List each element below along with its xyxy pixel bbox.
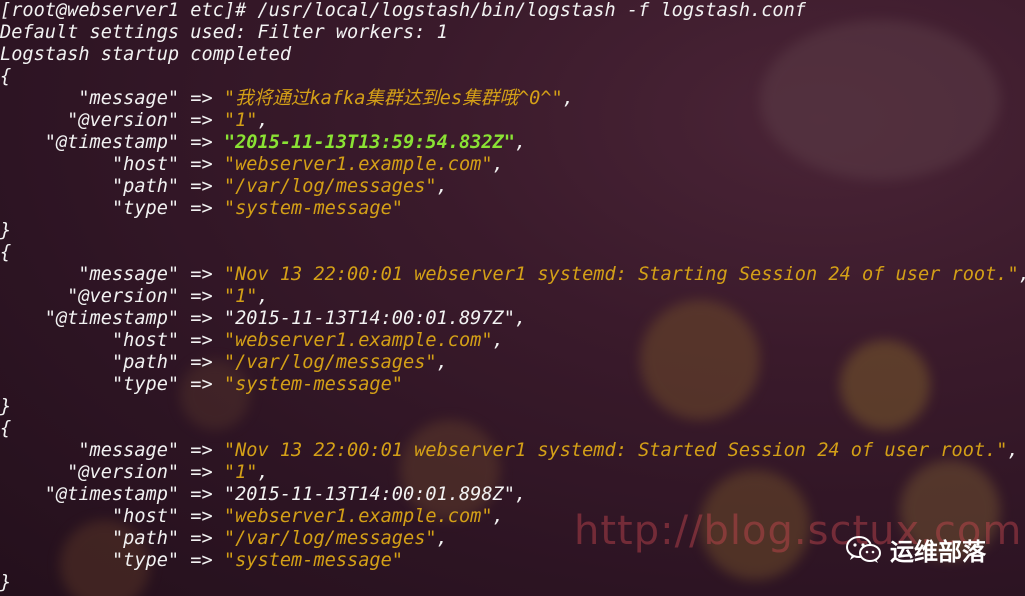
terminal-text-segment: "/var/log/messages" xyxy=(223,352,437,373)
terminal-line: [root@webserver1 etc]# /usr/local/logsta… xyxy=(0,0,1025,22)
terminal-line: "path" => "/var/log/messages", xyxy=(0,352,1025,374)
terminal-text-segment: "host" => xyxy=(0,154,224,175)
terminal-text-segment: "type" => xyxy=(0,198,224,219)
terminal-line: "@timestamp" => "2015-11-13T14:00:01.897… xyxy=(0,308,1025,330)
terminal-line: "message" => "Nov 13 22:00:01 webserver1… xyxy=(0,440,1025,462)
terminal-line: { xyxy=(0,418,1025,440)
terminal-text-segment: "path" => xyxy=(0,352,224,373)
terminal-text-segment: "1" xyxy=(223,462,258,483)
terminal-text-segment: "system-message" xyxy=(223,374,404,395)
terminal-text-segment: , xyxy=(436,176,448,197)
terminal-line: "host" => "webserver1.example.com", xyxy=(0,330,1025,352)
terminal-line: "type" => "system-message" xyxy=(0,198,1025,220)
terminal-line: "message" => "我将通过kafka集群达到es集群哦^0^", xyxy=(0,88,1025,110)
terminal-text-segment: , xyxy=(514,132,527,153)
terminal-line: "@timestamp" => "2015-11-13T14:00:01.898… xyxy=(0,484,1025,506)
terminal-line: "type" => "system-message" xyxy=(0,374,1025,396)
terminal-text-segment: , xyxy=(1019,264,1025,285)
terminal-line: "message" => "Nov 13 22:00:01 webserver1… xyxy=(0,264,1025,286)
terminal-text-segment: Default settings used: Filter workers: 1 xyxy=(0,22,448,43)
terminal-line: "path" => "/var/log/messages", xyxy=(0,176,1025,198)
terminal-text-segment: "@timestamp" => xyxy=(0,308,224,329)
terminal-text-segment: "host" => xyxy=(0,330,224,351)
terminal-text-segment: "/var/log/messages" xyxy=(223,176,437,197)
terminal-text-segment: "webserver1.example.com" xyxy=(223,154,493,175)
terminal-text-segment: , xyxy=(492,330,504,351)
terminal-text-segment: , xyxy=(257,110,269,131)
terminal-text-segment: , xyxy=(436,528,448,549)
terminal-text-segment: "@version" => xyxy=(0,462,224,483)
terminal-text-segment: "system-message" xyxy=(223,198,404,219)
terminal-text-segment: { xyxy=(0,66,12,87)
terminal-text-segment: "path" => xyxy=(0,176,224,197)
terminal-text-segment: "2015-11-13T14:00:01.897Z" xyxy=(223,308,515,329)
terminal-text-segment: { xyxy=(0,418,12,439)
terminal-line: "@version" => "1", xyxy=(0,286,1025,308)
terminal-text-segment: } xyxy=(0,220,12,241)
terminal-text-segment: [root@webserver1 etc]# /usr/local/logsta… xyxy=(0,0,806,21)
terminal-text-segment: , xyxy=(514,308,527,329)
terminal-line: } xyxy=(0,220,1025,242)
terminal-line: "@version" => "1", xyxy=(0,462,1025,484)
terminal-text-segment: , xyxy=(492,506,504,527)
terminal-text-segment: "type" => xyxy=(0,374,224,395)
terminal-text-segment: "path" => xyxy=(0,528,224,549)
terminal-text-segment: , xyxy=(257,286,269,307)
terminal-text-segment: "message" => xyxy=(0,88,224,109)
terminal-text-segment: , xyxy=(436,352,448,373)
terminal-line: { xyxy=(0,66,1025,88)
terminal-text-segment: , xyxy=(562,88,574,109)
terminal-text-segment: "webserver1.example.com" xyxy=(223,330,493,351)
terminal-line: { xyxy=(0,242,1025,264)
terminal-text-segment: "2015-11-13T14:00:01.898Z" xyxy=(223,484,515,505)
terminal-text-segment: { xyxy=(0,242,12,263)
terminal-line: Logstash startup completed xyxy=(0,44,1025,66)
terminal-text-segment: "@timestamp" => xyxy=(0,484,224,505)
terminal-text-segment: "@timestamp" => xyxy=(0,132,224,153)
brand-name: 运维部落 xyxy=(890,538,986,566)
terminal-output[interactable]: [root@webserver1 etc]# /usr/local/logsta… xyxy=(0,0,1025,596)
terminal-text-segment: "1" xyxy=(223,110,258,131)
terminal-text-segment: "message" => xyxy=(0,440,224,461)
brand-badge: 运维部落 xyxy=(846,532,986,567)
terminal-text-segment: "webserver1.example.com" xyxy=(223,506,493,527)
terminal-text-segment: "/var/log/messages" xyxy=(223,528,437,549)
terminal-text-segment: "host" => xyxy=(0,506,224,527)
terminal-line: Default settings used: Filter workers: 1 xyxy=(0,22,1025,44)
terminal-line: "host" => "webserver1.example.com", xyxy=(0,154,1025,176)
terminal-text-segment: "我将通过kafka集群达到es集群哦^0^" xyxy=(223,88,563,109)
terminal-text-segment: , xyxy=(1007,440,1019,461)
wechat-icon xyxy=(846,535,882,565)
terminal-line: "@version" => "1", xyxy=(0,110,1025,132)
terminal-text-segment: "Nov 13 22:00:01 webserver1 systemd: Sta… xyxy=(223,440,1008,461)
terminal-text-segment: "@version" => xyxy=(0,110,224,131)
terminal-line: } xyxy=(0,572,1025,594)
terminal-text-segment: "Nov 13 22:00:01 webserver1 systemd: Sta… xyxy=(223,264,1019,285)
terminal-text-segment: "system-message" xyxy=(223,550,404,571)
terminal-text-segment: } xyxy=(0,396,12,417)
terminal-text-segment: "1" xyxy=(223,286,258,307)
terminal-text-segment: } xyxy=(0,572,12,593)
terminal-line: "@timestamp" => "2015-11-13T13:59:54.832… xyxy=(0,132,1025,154)
terminal-text-segment: "message" => xyxy=(0,264,224,285)
terminal-text-segment: "2015-11-13T13:59:54.832Z" xyxy=(223,132,515,153)
terminal-text-segment: , xyxy=(492,154,504,175)
terminal-line: } xyxy=(0,396,1025,418)
terminal-text-segment: "type" => xyxy=(0,550,224,571)
terminal-text-segment: Logstash startup completed xyxy=(0,44,292,65)
terminal-text-segment: , xyxy=(514,484,527,505)
terminal-text-segment: "@version" => xyxy=(0,286,224,307)
terminal-text-segment: , xyxy=(257,462,269,483)
